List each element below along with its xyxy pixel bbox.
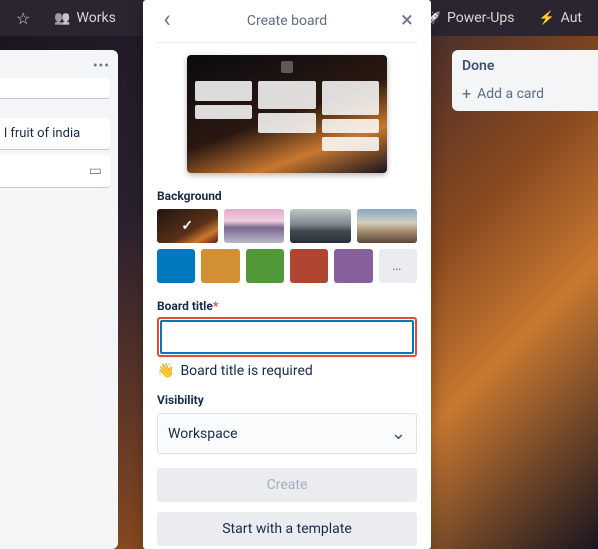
bg-image-3[interactable]: [290, 209, 351, 243]
template-icon: [89, 163, 102, 179]
bg-color-green[interactable]: [246, 249, 284, 283]
star-button[interactable]: [8, 5, 38, 32]
card-item[interactable]: l fruit of india: [0, 118, 110, 149]
create-button[interactable]: Create: [157, 468, 417, 502]
background-images-row: [157, 209, 417, 243]
preview-image: [187, 55, 387, 173]
board-title-label: Board title*: [157, 299, 417, 313]
create-board-modal: Create board Background … Board title* B…: [143, 0, 431, 549]
automation-button[interactable]: Aut: [530, 6, 590, 30]
star-icon: [16, 9, 30, 28]
wave-icon: [157, 363, 174, 379]
error-text: Board title is required: [180, 363, 312, 379]
required-mark: *: [213, 299, 218, 313]
plus-icon: [462, 84, 471, 103]
bg-image-2[interactable]: [224, 209, 285, 243]
bg-color-purple[interactable]: [334, 249, 372, 283]
board-title-input-wrap: [157, 317, 417, 357]
card-item[interactable]: [0, 78, 110, 98]
visibility-select[interactable]: Workspace: [157, 413, 417, 454]
powerups-button[interactable]: Power-Ups: [418, 6, 522, 30]
bg-image-4[interactable]: [357, 209, 418, 243]
workspace-button[interactable]: Works: [46, 6, 123, 30]
modal-header: Create board: [157, 10, 417, 43]
list-menu-icon[interactable]: •••: [93, 58, 110, 74]
add-card-button[interactable]: Add a card: [462, 84, 598, 103]
bg-more-button[interactable]: …: [379, 249, 417, 283]
back-icon[interactable]: [157, 10, 177, 32]
bg-color-orange[interactable]: [201, 249, 239, 283]
add-card-label: Add a card: [477, 86, 544, 102]
close-icon[interactable]: [397, 11, 417, 32]
error-message: Board title is required: [157, 363, 417, 379]
bg-image-1[interactable]: [157, 209, 218, 243]
card-template-button[interactable]: [0, 155, 110, 187]
board-title-input[interactable]: [160, 320, 414, 354]
done-list: Done Add a card: [452, 50, 598, 111]
group-icon: [54, 10, 70, 26]
list-title: Done: [462, 58, 598, 74]
bolt-icon: [538, 10, 554, 26]
start-template-button[interactable]: Start with a template: [157, 512, 417, 546]
powerups-label: Power-Ups: [447, 10, 514, 26]
visibility-value: Workspace: [168, 426, 238, 442]
list-card: ••• l fruit of india: [0, 50, 118, 549]
background-colors-row: …: [157, 249, 417, 283]
background-label: Background: [157, 189, 417, 203]
chevron-down-icon: [391, 423, 406, 444]
workspace-label: Works: [77, 10, 116, 26]
automation-label: Aut: [561, 10, 582, 26]
board-preview: [157, 55, 417, 173]
bg-color-red[interactable]: [290, 249, 328, 283]
bg-color-blue[interactable]: [157, 249, 195, 283]
visibility-label: Visibility: [157, 393, 417, 407]
modal-title: Create board: [177, 13, 397, 29]
